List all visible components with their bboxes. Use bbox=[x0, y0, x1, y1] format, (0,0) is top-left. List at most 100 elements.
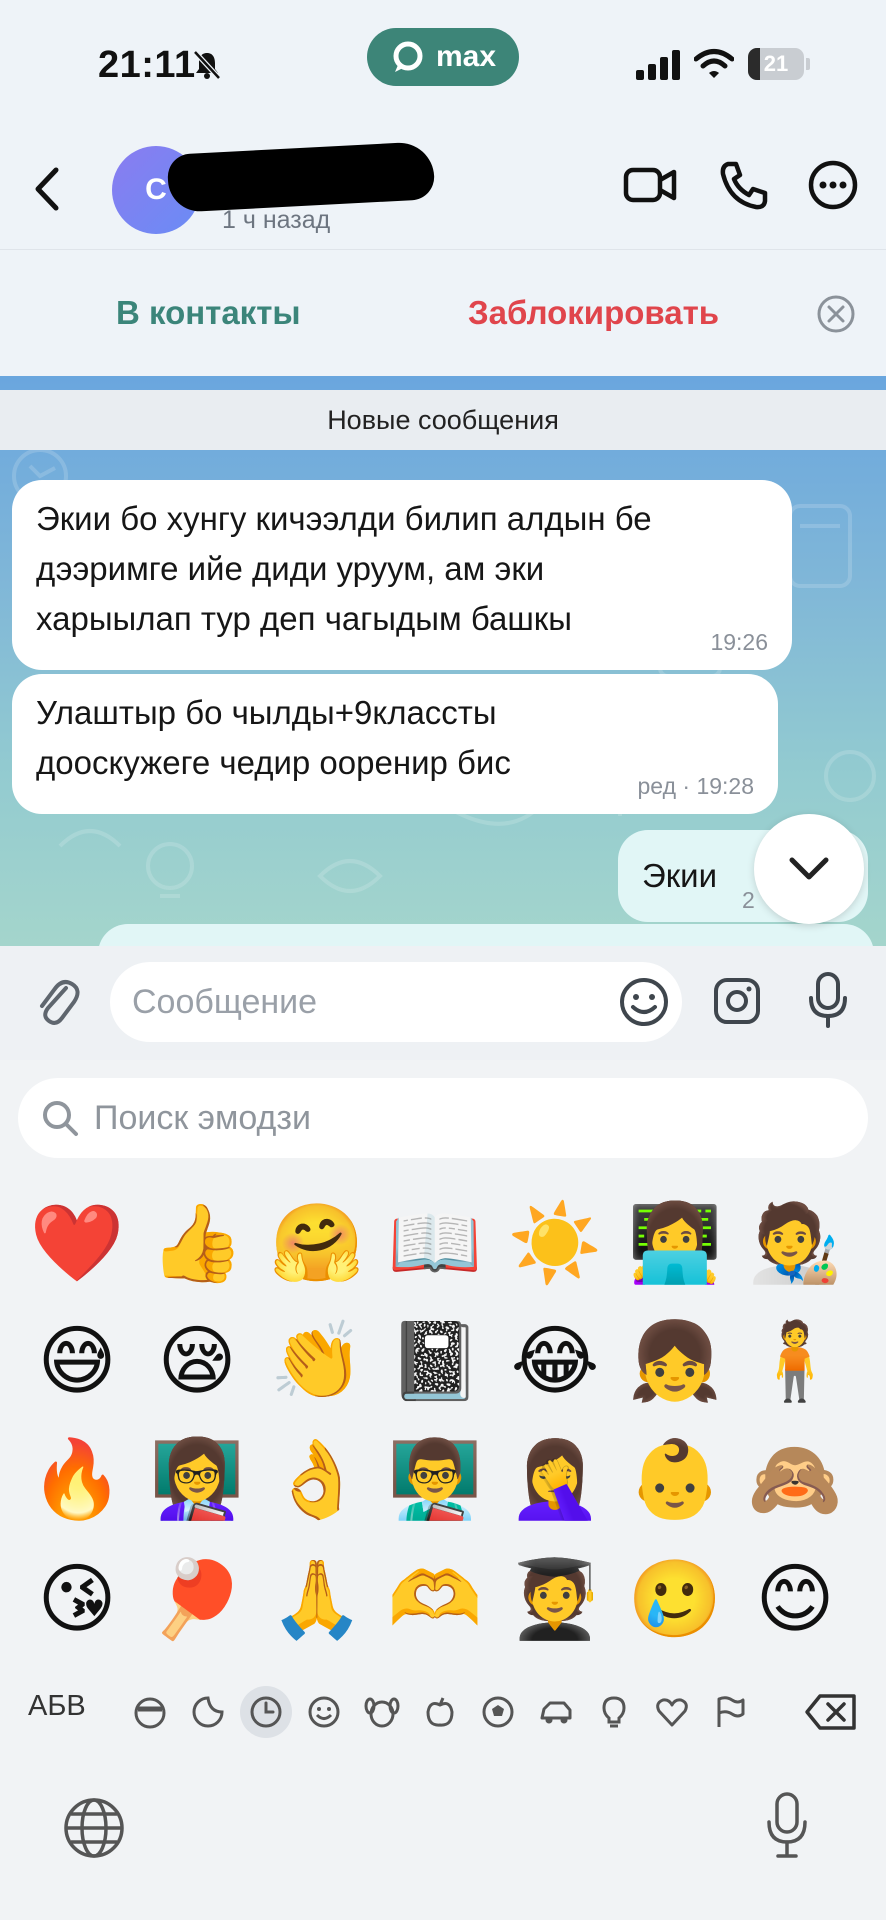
category-memoji[interactable] bbox=[124, 1686, 176, 1738]
emoji-key[interactable]: 😅 bbox=[22, 1306, 132, 1416]
category-activity[interactable] bbox=[472, 1686, 524, 1738]
chat-messages-area[interactable]: Новые сообщения Экии бо хунгу кичээлди б… bbox=[0, 376, 886, 946]
camera-icon[interactable] bbox=[712, 974, 762, 1026]
emoji-key[interactable]: 👨‍🏫 bbox=[380, 1424, 490, 1534]
message-timestamp: ред · 19:28 bbox=[637, 773, 755, 799]
emoji-key[interactable]: 🧑‍🎨 bbox=[740, 1188, 850, 1298]
message-line: Улаштыр бо чылды+9классты bbox=[36, 694, 497, 731]
flag-icon bbox=[717, 1696, 745, 1727]
dog-icon bbox=[364, 1697, 400, 1728]
sticker-icon bbox=[192, 1696, 224, 1728]
globe-icon[interactable] bbox=[62, 1796, 126, 1860]
category-objects[interactable] bbox=[588, 1686, 640, 1738]
emoji-search-placeholder: Поиск эмодзи bbox=[94, 1099, 311, 1137]
scroll-to-bottom-button[interactable] bbox=[754, 814, 864, 924]
emoji-search-field[interactable]: Поиск эмодзи bbox=[18, 1078, 868, 1158]
status-bar: 21:11 max 21 bbox=[0, 0, 886, 128]
emoji-key[interactable]: 🔥 bbox=[22, 1424, 132, 1534]
back-button[interactable] bbox=[26, 162, 66, 216]
new-messages-divider: Новые сообщения bbox=[0, 390, 886, 450]
apple-icon bbox=[426, 1697, 454, 1727]
emoji-key[interactable]: 🫶 bbox=[380, 1544, 490, 1654]
status-time: 21:11 bbox=[98, 44, 196, 86]
emoji-key[interactable]: 👏 bbox=[262, 1306, 372, 1416]
category-food[interactable] bbox=[414, 1686, 466, 1738]
emoji-key[interactable]: ❤️ bbox=[22, 1188, 132, 1298]
clock-icon bbox=[250, 1696, 282, 1728]
emoji-key[interactable]: 😪 bbox=[142, 1306, 252, 1416]
bell-off-icon bbox=[193, 50, 221, 80]
battery-level: 21 bbox=[763, 51, 789, 76]
message-timestamp: 2 bbox=[742, 887, 755, 913]
message-line: дээримге ийе диди уруум, ам эки bbox=[36, 550, 545, 587]
message-input-container[interactable] bbox=[110, 962, 682, 1042]
abc-keyboard-button[interactable]: АБВ bbox=[28, 1690, 86, 1723]
emoji-key[interactable]: 👧 bbox=[620, 1306, 730, 1416]
message-input[interactable] bbox=[120, 962, 600, 1042]
emoji-icon[interactable] bbox=[618, 976, 670, 1028]
emoji-keyboard: Поиск эмодзи ❤️ 👍 🤗 📖 ☀️ 👩‍💻 🧑‍🎨 😅 😪 👏 📓 😂 👧 🧍 🔥 👩‍🏫 👌 👨‍… bbox=[0, 1060, 886, 1920]
category-smileys[interactable] bbox=[298, 1686, 350, 1738]
more-options-icon[interactable] bbox=[804, 156, 862, 214]
emoji-category-bar: АБВ bbox=[0, 1672, 886, 1752]
dictation-microphone-icon[interactable] bbox=[764, 1790, 810, 1862]
message-line: Экии бо хунгу кичээлди билип алдын бе bbox=[36, 500, 652, 537]
emoji-key[interactable]: 🏓 bbox=[142, 1544, 252, 1654]
last-seen-status: 1 ч назад bbox=[222, 206, 331, 234]
backspace-icon[interactable] bbox=[804, 1692, 858, 1732]
app-indicator[interactable]: max bbox=[367, 28, 519, 86]
category-animals[interactable] bbox=[356, 1686, 408, 1738]
contact-name-redaction[interactable] bbox=[166, 141, 436, 213]
emoji-key[interactable]: 👩‍🏫 bbox=[142, 1424, 252, 1534]
paperclip-icon[interactable] bbox=[32, 974, 82, 1030]
lightbulb-icon bbox=[602, 1696, 626, 1728]
smiley-icon bbox=[308, 1696, 340, 1728]
message-line: харыылап тур деп чагыдым башкы bbox=[36, 600, 572, 637]
car-icon bbox=[540, 1701, 572, 1724]
chat-header: C 1 ч назад bbox=[0, 128, 886, 250]
memoji-icon bbox=[134, 1697, 166, 1729]
emoji-key[interactable]: 😊 bbox=[740, 1544, 850, 1654]
battery-indicator: 21 bbox=[748, 48, 810, 80]
category-flags[interactable] bbox=[704, 1686, 756, 1738]
emoji-key[interactable]: 😘 bbox=[22, 1544, 132, 1654]
incoming-message[interactable]: Улаштыр бо чылды+9классты дооскужеге чед… bbox=[12, 674, 778, 814]
app-label: max bbox=[435, 40, 497, 73]
emoji-key[interactable]: 👶 bbox=[620, 1424, 730, 1534]
outgoing-message-partial[interactable] bbox=[98, 924, 874, 946]
emoji-key[interactable]: 👌 bbox=[262, 1424, 372, 1534]
emoji-key[interactable]: 📖 bbox=[380, 1188, 490, 1298]
emoji-key[interactable]: 🙏 bbox=[262, 1544, 372, 1654]
category-recent[interactable] bbox=[240, 1686, 292, 1738]
category-stickers[interactable] bbox=[182, 1686, 234, 1738]
emoji-key[interactable]: 🧍 bbox=[740, 1306, 850, 1416]
chevron-down-icon bbox=[789, 857, 829, 880]
video-call-icon[interactable] bbox=[622, 156, 680, 214]
block-button[interactable]: Заблокировать bbox=[468, 294, 719, 332]
cellular-signal-icon bbox=[636, 50, 680, 80]
heart-icon bbox=[656, 1698, 688, 1727]
soccer-ball-icon bbox=[482, 1696, 514, 1728]
max-logo-icon bbox=[393, 41, 423, 72]
phone-call-icon[interactable] bbox=[716, 156, 774, 214]
emoji-key[interactable]: 👍 bbox=[142, 1188, 252, 1298]
close-icon[interactable] bbox=[816, 294, 856, 334]
emoji-key[interactable]: 📓 bbox=[380, 1306, 490, 1416]
contact-action-bar: В контакты Заблокировать bbox=[0, 250, 886, 376]
microphone-icon[interactable] bbox=[806, 970, 850, 1030]
emoji-key[interactable]: ☀️ bbox=[500, 1188, 610, 1298]
search-icon bbox=[43, 1101, 78, 1136]
add-to-contacts-button[interactable]: В контакты bbox=[116, 294, 301, 332]
emoji-key[interactable]: 🧑‍🎓 bbox=[500, 1544, 610, 1654]
wifi-icon bbox=[694, 49, 734, 78]
category-travel[interactable] bbox=[530, 1686, 582, 1738]
category-symbols[interactable] bbox=[646, 1686, 698, 1738]
emoji-key[interactable]: 😂 bbox=[500, 1306, 610, 1416]
emoji-key[interactable]: 👩‍💻 bbox=[620, 1188, 730, 1298]
emoji-key[interactable]: 🥲 bbox=[620, 1544, 730, 1654]
emoji-key[interactable]: 🤗 bbox=[262, 1188, 372, 1298]
emoji-grid: ❤️ 👍 🤗 📖 ☀️ 👩‍💻 🧑‍🎨 😅 😪 👏 📓 😂 👧 🧍 🔥 👩‍🏫 👌 👨‍🏫 🤦‍♀️ 👶 🙈 😘 🏓 🙏 🫶 🧑‍… bbox=[0, 1188, 886, 1668]
incoming-message[interactable]: Экии бо хунгу кичээлди билип алдын бе дэ… bbox=[12, 480, 792, 670]
emoji-key[interactable]: 🙈 bbox=[740, 1424, 850, 1534]
emoji-key[interactable]: 🤦‍♀️ bbox=[500, 1424, 610, 1534]
